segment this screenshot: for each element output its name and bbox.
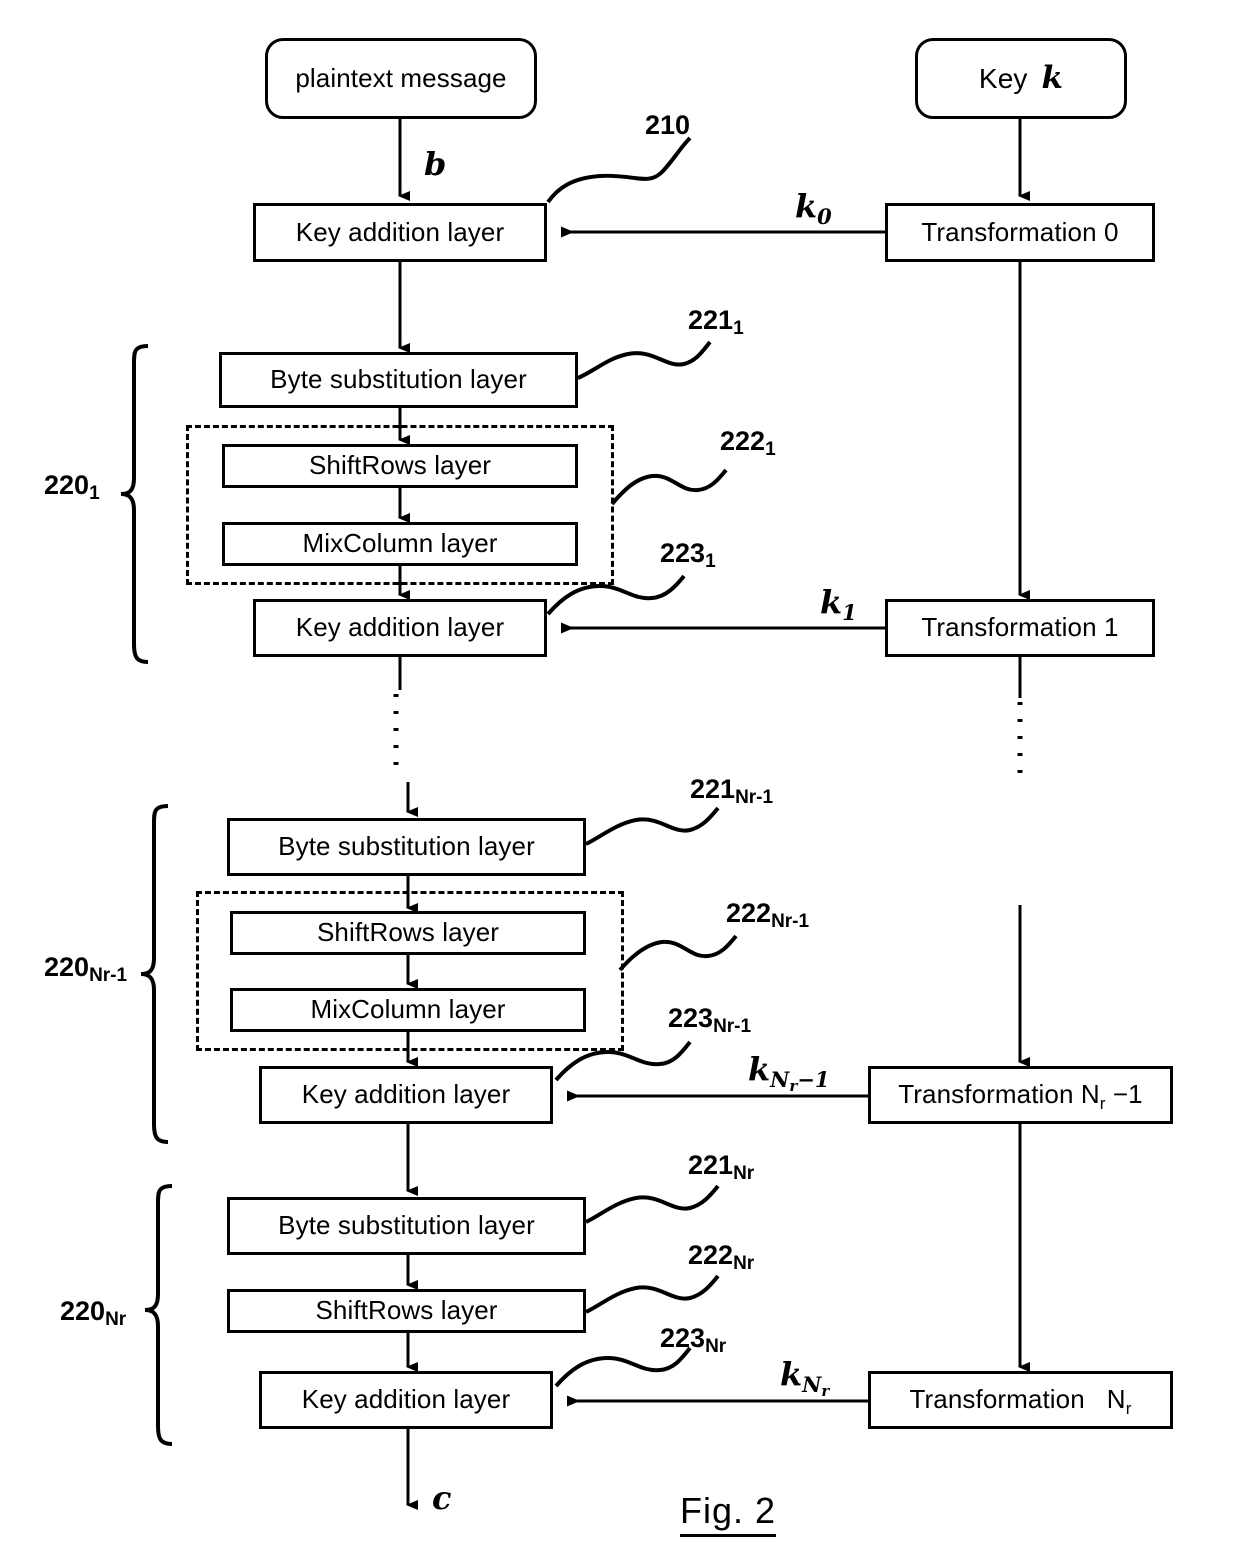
ref-221-1: 2211: [688, 305, 744, 339]
byte-substitution-layer-nr-label: Byte substitution layer: [278, 1210, 535, 1241]
roundkey-k0-label: k0: [795, 187, 832, 229]
shiftrows-layer-nr1: ShiftRows layer: [230, 911, 586, 955]
leader-222-nr: [585, 1274, 720, 1314]
key-addition-layer-1: Key addition layer: [253, 599, 547, 657]
roundkey-knr1-label: kNr−1: [748, 1050, 830, 1095]
transformation-1: Transformation 1: [885, 599, 1155, 657]
plaintext-message-label: plaintext message: [295, 62, 507, 93]
ref-223-nr: 223Nr: [660, 1323, 727, 1357]
mixcolumn-layer-nr1-label: MixColumn layer: [310, 994, 506, 1025]
shiftrows-layer-nr-label: ShiftRows layer: [315, 1295, 498, 1326]
shiftrows-layer-1: ShiftRows layer: [222, 444, 578, 488]
ref-222-1: 2221: [720, 426, 776, 460]
key-addition-layer-1-label: Key addition layer: [295, 612, 505, 643]
mixcolumn-layer-1-label: MixColumn layer: [302, 528, 498, 559]
roundkey-knr-label: kNr: [780, 1355, 830, 1400]
key-box: Key k: [915, 38, 1127, 119]
transformation-0-label: Transformation 0: [921, 216, 1119, 247]
key-symbol: k: [1041, 60, 1064, 97]
leader-222-1: [610, 468, 728, 506]
key-addition-layer-nr: Key addition layer: [259, 1371, 553, 1429]
signal-c-label: c: [432, 1479, 452, 1517]
ref-223-1: 2231: [660, 538, 716, 572]
brace-220-nr1: [140, 804, 169, 1144]
transformation-nr1: Transformation Nr −1: [868, 1066, 1173, 1124]
key-box-label: Key k: [978, 60, 1064, 97]
brace-220-nr: [144, 1184, 173, 1446]
shiftrows-layer-nr: ShiftRows layer: [227, 1289, 586, 1333]
byte-substitution-layer-nr1: Byte substitution layer: [227, 818, 586, 876]
ref-222-nr: 222Nr: [688, 1240, 755, 1274]
brace-220-1: [120, 344, 149, 664]
figure-caption: Fig. 2: [680, 1490, 777, 1537]
leader-221-nr: [585, 1184, 720, 1224]
transformation-1-label: Transformation 1: [921, 612, 1119, 643]
plaintext-message-box: plaintext message: [265, 38, 537, 119]
ref-210: 210: [645, 110, 691, 140]
mixcolumn-layer-nr1: MixColumn layer: [230, 988, 586, 1032]
key-addition-layer-nr1-label: Key addition layer: [301, 1079, 511, 1110]
transformation-nr-label: Transformation Nr: [909, 1384, 1132, 1419]
key-addition-layer-nr1: Key addition layer: [259, 1066, 553, 1124]
transformation-nr: Transformation Nr: [868, 1371, 1173, 1429]
roundkey-k1-label: k1: [820, 583, 857, 625]
leader-223-nr: [554, 1346, 692, 1388]
byte-substitution-layer-nr: Byte substitution layer: [227, 1197, 586, 1255]
figure-canvas: plaintext message Key k Key addition laye…: [0, 0, 1240, 1562]
key-addition-layer-nr-label: Key addition layer: [301, 1384, 511, 1415]
leader-210: [546, 136, 692, 204]
byte-substitution-layer-1: Byte substitution layer: [219, 352, 578, 408]
key-addition-layer-0: Key addition layer: [253, 203, 547, 262]
ref-221-nr: 221Nr: [688, 1150, 755, 1184]
leader-221-nr1: [585, 806, 720, 846]
ref-220-nr1: 220Nr-1: [44, 952, 128, 986]
transformation-nr1-label: Transformation Nr −1: [898, 1079, 1143, 1114]
ref-223-nr1: 223Nr-1: [668, 1003, 752, 1037]
leader-221-1: [577, 340, 712, 380]
leader-222-nr1: [618, 934, 738, 972]
mixcolumn-layer-1: MixColumn layer: [222, 522, 578, 566]
shiftrows-layer-nr1-label: ShiftRows layer: [316, 917, 500, 948]
shiftrows-layer-1-label: ShiftRows layer: [308, 450, 492, 481]
ref-220-1: 2201: [44, 470, 100, 504]
ref-221-nr1: 221Nr-1: [690, 774, 774, 808]
byte-substitution-layer-nr1-label: Byte substitution layer: [278, 831, 535, 862]
signal-b-label: b: [424, 145, 447, 183]
transformation-0: Transformation 0: [885, 203, 1155, 262]
ref-220-nr: 220Nr: [60, 1296, 127, 1330]
byte-substitution-layer-1-label: Byte substitution layer: [270, 364, 527, 395]
key-addition-layer-0-label: Key addition layer: [295, 216, 505, 247]
ref-222-nr1: 222Nr-1: [726, 898, 810, 932]
